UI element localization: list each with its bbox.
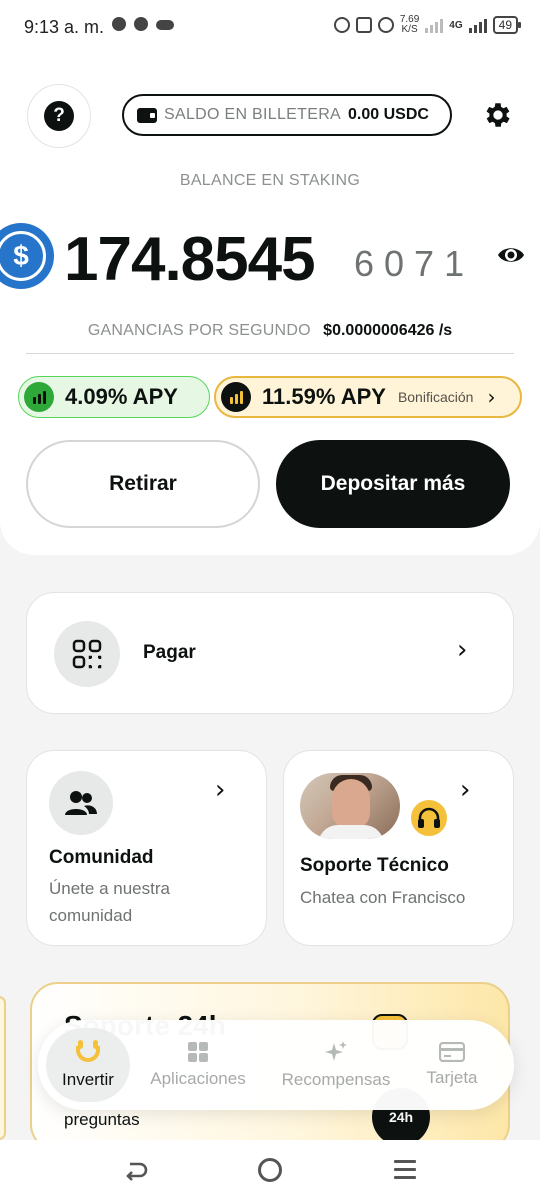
help-icon: ? <box>44 101 74 131</box>
nav-rewards-label: Recompensas <box>281 1070 391 1089</box>
nav-invest[interactable]: Invertir <box>46 1028 130 1102</box>
signal-icon <box>425 17 444 33</box>
nav-rewards[interactable]: Recompensas <box>276 1020 396 1110</box>
nav-card[interactable]: Tarjeta <box>414 1020 490 1110</box>
promo-subtitle: preguntas <box>64 1110 140 1129</box>
home-icon[interactable] <box>258 1158 282 1182</box>
nav-invest-label: Invertir <box>62 1070 114 1089</box>
bottom-navigation: Invertir Aplicaciones Recompensas Tarjet… <box>38 1020 514 1110</box>
withdraw-button[interactable]: Retirar <box>26 440 260 528</box>
earnings-per-second: GANANCIAS POR SEGUNDO $0.0000006426 /s <box>26 322 514 354</box>
signal-strength-icon <box>468 17 487 33</box>
bonus-chart-bars-icon <box>221 382 251 412</box>
credit-card-icon <box>439 1042 465 1062</box>
staking-balance-label: BALANCE EN STAKING <box>179 172 361 189</box>
pay-card[interactable]: Pagar › <box>26 592 514 714</box>
smile-logo-icon <box>74 1040 102 1064</box>
deposit-more-button[interactable]: Depositar más <box>276 440 510 528</box>
menu-icon[interactable] <box>394 1160 416 1184</box>
support-card[interactable]: › Soporte Técnico Chatea con Francisco <box>283 750 514 946</box>
earnings-value: $0.0000006426 /s <box>323 322 453 339</box>
support-subtitle: Chatea con Francisco <box>300 888 466 907</box>
chevron-right-icon: › <box>487 385 496 409</box>
usdc-dollar-symbol: $ <box>0 231 46 281</box>
bonus-tag: Bonificación <box>397 389 474 405</box>
mute-icon <box>377 17 394 33</box>
battery-indicator: 49 <box>492 16 522 34</box>
settings-gear-icon[interactable] <box>482 99 514 131</box>
staking-balance-main: 174.8545 <box>64 225 316 294</box>
eye-visibility-icon[interactable] <box>496 242 526 268</box>
help-button[interactable]: ? <box>27 84 91 148</box>
community-subtitle-line1: Únete a nuestra <box>49 879 170 898</box>
base-apy-pill[interactable]: 4.09% APY <box>18 376 210 418</box>
network-type: 4G <box>449 19 463 31</box>
system-navigation-bar <box>0 1140 540 1200</box>
support-title: Soporte Técnico <box>300 855 449 876</box>
support-agent-avatar <box>300 773 400 839</box>
base-apy-value: 4.09% APY <box>65 384 178 409</box>
cloud-icon <box>156 20 174 30</box>
chart-bars-icon <box>24 382 54 412</box>
status-time: 9:13 a. m. <box>24 17 105 37</box>
carousel-edge-card <box>0 996 6 1140</box>
chevron-right-icon: › <box>215 775 226 805</box>
qr-scan-icon <box>54 621 120 687</box>
chat-notification-icon <box>112 17 126 31</box>
status-bar: 9:13 a. m. 7.69 K/S 4G 49 <box>0 0 540 56</box>
bonus-apy-value: 11.59% APY <box>262 384 386 409</box>
system-indicators: 7.69 K/S 4G 49 <box>333 15 522 35</box>
staking-balance-decimals: 6071 <box>354 243 475 284</box>
community-title: Comunidad <box>49 847 154 868</box>
earnings-label: GANANCIAS POR SEGUNDO <box>87 322 311 339</box>
wallet-icon <box>137 107 157 123</box>
sparkle-icon <box>325 1041 347 1061</box>
nav-apps-label: Aplicaciones <box>150 1069 246 1088</box>
users-icon <box>49 771 113 835</box>
nfc-icon <box>355 17 372 33</box>
bonus-apy-pill[interactable]: 11.59% APY Bonificación › <box>214 376 522 418</box>
wallet-balance-pill[interactable]: SALDO EN BILLETERA 0.00 USDC <box>122 94 452 136</box>
app-notification-icon <box>134 17 148 31</box>
nav-apps[interactable]: Aplicaciones <box>146 1020 250 1110</box>
alarm-icon <box>333 17 350 33</box>
chevron-right-icon: › <box>460 775 471 805</box>
net-speed: 7.69 K/S <box>400 15 419 35</box>
grid-icon <box>188 1042 208 1062</box>
net-speed-unit: K/S <box>401 24 418 35</box>
pay-label: Pagar <box>143 642 196 663</box>
chevron-right-icon: › <box>457 635 468 665</box>
notification-icons <box>112 17 174 31</box>
back-icon[interactable] <box>122 1160 148 1182</box>
headset-icon <box>408 797 450 839</box>
community-card[interactable]: › Comunidad Únete a nuestra comunidad <box>26 750 267 946</box>
wallet-value: 0.00 USDC <box>348 106 429 123</box>
community-subtitle-line2: comunidad <box>49 906 133 925</box>
nav-card-label: Tarjeta <box>426 1068 478 1087</box>
wallet-label: SALDO EN BILLETERA <box>164 106 342 123</box>
